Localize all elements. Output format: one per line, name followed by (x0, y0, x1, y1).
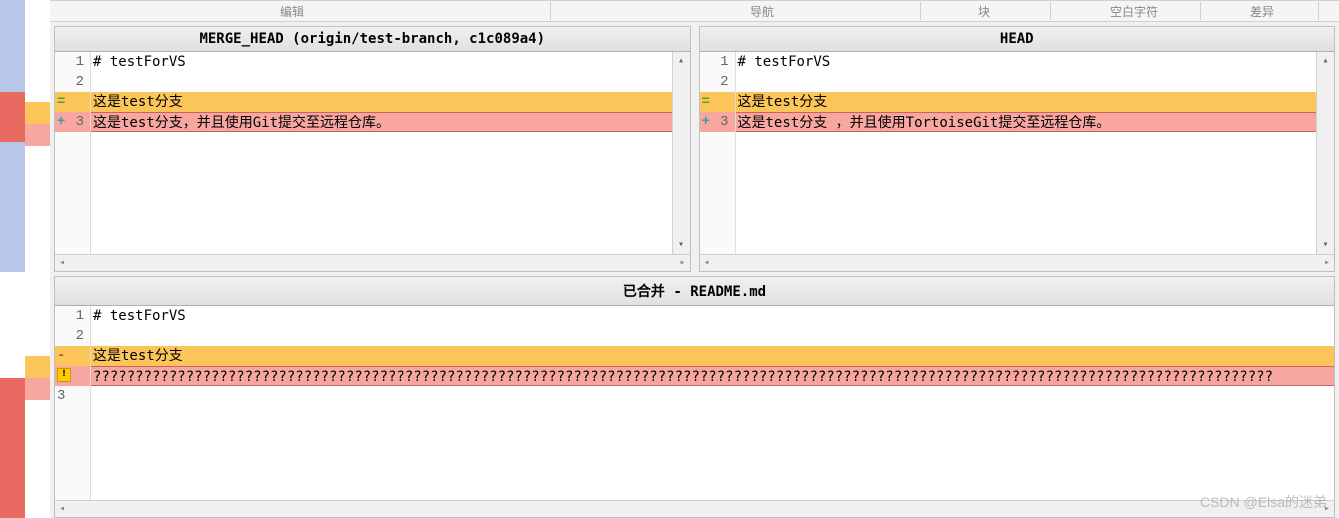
line-number: 1 (55, 52, 90, 72)
pane-title-merge-head: MERGE_HEAD (origin/test-branch, c1c089a4… (55, 27, 690, 52)
head-pane: HEAD 12=+3 # testForVS 这是test分支这是test分支 ，… (699, 26, 1336, 272)
overview-ruler (0, 0, 50, 518)
vertical-scrollbar[interactable]: ▴ ▾ (672, 52, 690, 254)
code-line[interactable]: 这是test分支 (91, 346, 1334, 366)
diff-mark-icon: = (57, 92, 65, 112)
code-line[interactable] (91, 326, 1334, 346)
diff-mark-icon: - (57, 346, 65, 366)
code-line[interactable]: 这是test分支，并且使用Git提交至远程仓库。 (91, 112, 672, 132)
code-line[interactable]: # testForVS (91, 306, 1334, 326)
gutter: 12-! 3 (55, 306, 91, 500)
line-number: - (55, 346, 90, 366)
merge-head-pane: MERGE_HEAD (origin/test-branch, c1c089a4… (54, 26, 691, 272)
line-number: +3 (700, 112, 735, 132)
line-number: = (55, 92, 90, 112)
toolbar-diff[interactable]: 差异 (1250, 3, 1274, 20)
line-number: 1 (700, 52, 735, 72)
horizontal-scrollbar[interactable]: ◂▸ (700, 254, 1335, 271)
pane-title-merged: 已合并 - README.md (55, 277, 1334, 306)
code-line[interactable]: ????????????????????????????????????????… (91, 366, 1334, 386)
code-line[interactable]: # testForVS (91, 52, 672, 72)
line-number: 2 (700, 72, 735, 92)
pane-title-head: HEAD (700, 27, 1335, 52)
toolbar-block[interactable]: 块 (978, 3, 990, 20)
line-number: = (700, 92, 735, 112)
horizontal-scrollbar[interactable]: ◂▸ (55, 254, 690, 271)
code-line[interactable] (91, 72, 672, 92)
line-number: +3 (55, 112, 90, 132)
line-number: ! 3 (55, 366, 90, 386)
warning-icon: ! (57, 368, 71, 382)
vertical-scrollbar[interactable]: ▴ ▾ (1316, 52, 1334, 254)
code-area[interactable]: # testForVS 这是test分支?????????????????????… (91, 306, 1334, 500)
toolbar-whitespace[interactable]: 空白字符 (1110, 3, 1158, 20)
horizontal-scrollbar[interactable]: ◂▸ (55, 500, 1334, 517)
toolbar-edit[interactable]: 编辑 (280, 3, 304, 20)
code-line[interactable]: # testForVS (736, 52, 1317, 72)
diff-mark-icon: + (57, 112, 65, 132)
toolbar-nav[interactable]: 导航 (750, 3, 774, 20)
toolbar: 编辑 导航 块 空白字符 差异 (50, 0, 1339, 22)
diff-mark-icon: + (702, 112, 710, 132)
merged-pane: 已合并 - README.md 12-! 3 # testForVS 这是test… (54, 276, 1335, 518)
gutter: 12=+3 (55, 52, 91, 254)
code-area[interactable]: # testForVS 这是test分支这是test分支，并且使用Git提交至远程… (91, 52, 672, 254)
code-line[interactable] (736, 72, 1317, 92)
line-number: 1 (55, 306, 90, 326)
gutter: 12=+3 (700, 52, 736, 254)
line-number: 2 (55, 326, 90, 346)
code-area[interactable]: # testForVS 这是test分支这是test分支 ，并且使用Tortois… (736, 52, 1317, 254)
code-line[interactable]: 这是test分支 (736, 92, 1317, 112)
code-line[interactable]: 这是test分支 (91, 92, 672, 112)
code-line[interactable]: 这是test分支 ，并且使用TortoiseGit提交至远程仓库。 (736, 112, 1317, 132)
line-number: 2 (55, 72, 90, 92)
diff-mark-icon: = (702, 92, 710, 112)
